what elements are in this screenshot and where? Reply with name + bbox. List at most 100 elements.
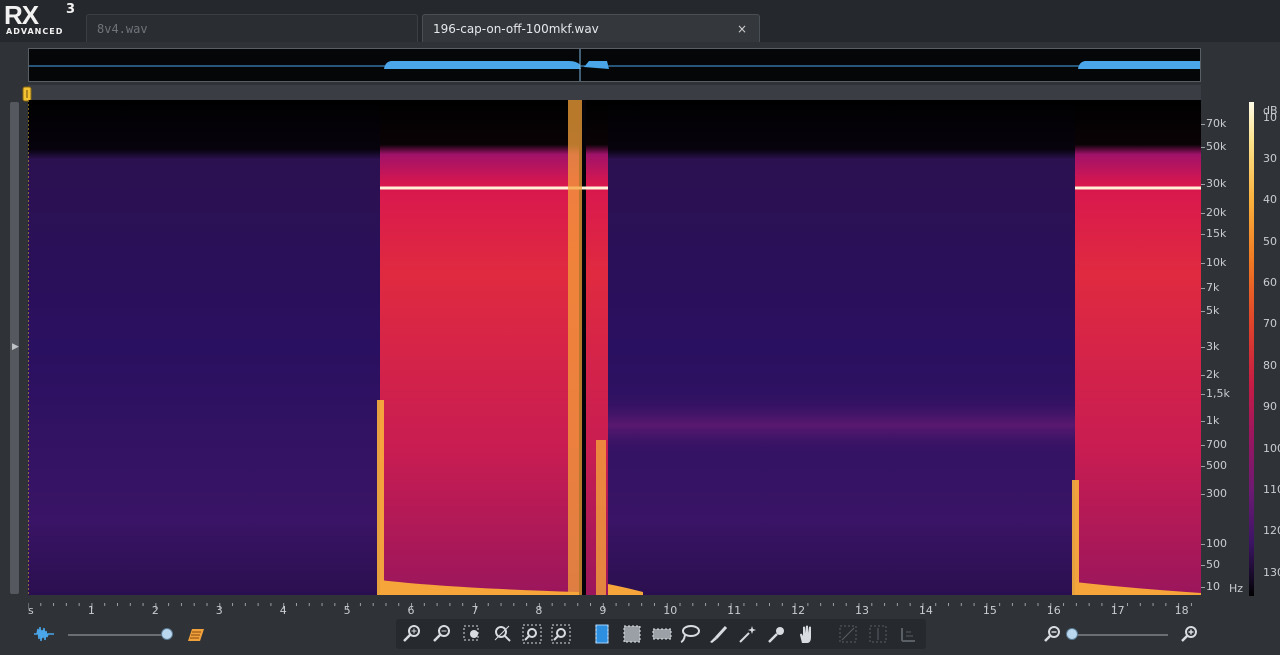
zoom-reset-icon[interactable] (490, 622, 514, 646)
spectro-segment-1 (380, 100, 579, 595)
timeline-strip[interactable] (28, 85, 1201, 100)
zoom-time-out-icon[interactable] (549, 622, 573, 646)
magic-wand-icon[interactable] (736, 622, 760, 646)
frequency-tick (1201, 466, 1205, 467)
harmonic-wand-icon[interactable] (765, 622, 789, 646)
disabled-tool-2-icon (866, 622, 890, 646)
overview-segment-1 (384, 61, 581, 69)
spectrogram[interactable] (27, 100, 1201, 595)
lasso-icon[interactable] (678, 622, 702, 646)
brush-icon[interactable] (706, 622, 730, 646)
time-label: 6 (407, 604, 415, 617)
time-label: 18 (1174, 604, 1189, 617)
time-label: 16 (1046, 604, 1061, 617)
time-label: 13 (855, 604, 869, 617)
waveform-display-icon[interactable] (32, 622, 56, 646)
logo-edition: ADVANCED (6, 27, 64, 36)
time-ticks-svg (27, 603, 1192, 609)
close-icon[interactable]: × (737, 15, 747, 43)
frequency-selection-icon[interactable] (650, 622, 674, 646)
transient-3 (596, 440, 606, 595)
zoom-time-in-icon[interactable] (520, 622, 544, 646)
frequency-label: 20k (1206, 206, 1227, 219)
spectrogram-svg (27, 100, 1201, 595)
tab-label: 196-cap-on-off-100mkf.wav (433, 22, 599, 36)
time-selection-icon[interactable] (590, 622, 614, 646)
zoom-slider-knob[interactable] (1066, 628, 1078, 640)
time-label: 2 (151, 604, 159, 617)
tab-196-cap-on-off[interactable]: 196-cap-on-off-100mkf.wav × (422, 14, 760, 42)
hand-icon[interactable] (794, 622, 818, 646)
frequency-tick (1201, 288, 1205, 289)
display-blend-slider-knob[interactable] (161, 628, 173, 640)
frequency-label: 2k (1206, 368, 1220, 381)
frequency-tick (1201, 494, 1205, 495)
frequency-tick (1201, 421, 1205, 422)
db-colorbar (1249, 102, 1254, 596)
zoom-in-icon[interactable] (400, 622, 424, 646)
zoom-out-icon[interactable] (1041, 622, 1065, 646)
frequency-tick (1201, 587, 1205, 588)
logo-version: 3 (66, 2, 76, 17)
rectangle-selection-icon[interactable] (620, 622, 644, 646)
frequency-label: 10 (1206, 580, 1220, 593)
db-label: 110 (1263, 483, 1280, 496)
rx-logo: RX 3 ADVANCED (4, 2, 84, 38)
zoom-in-icon[interactable] (1178, 622, 1202, 646)
frequency-label: 30k (1206, 177, 1227, 190)
tab-label: 8v4.wav (97, 22, 148, 36)
time-label: 5 (343, 604, 351, 617)
frequency-label: 10k (1206, 256, 1227, 269)
zoom-slider[interactable] (1068, 634, 1168, 636)
disabled-tool-1-icon (836, 622, 860, 646)
frequency-label: 500 (1206, 459, 1227, 472)
frequency-tick (1201, 184, 1205, 185)
waveform-overview[interactable] (28, 48, 1201, 82)
frequency-tick (1201, 347, 1205, 348)
expand-arrow-icon[interactable]: ▶ (12, 342, 19, 352)
frequency-tick (1201, 234, 1205, 235)
time-axis (27, 596, 1201, 618)
overview-waveform-svg (29, 49, 1200, 81)
db-label: 40 (1263, 193, 1277, 206)
frequency-tick (1201, 394, 1205, 395)
db-label: 70 (1263, 317, 1277, 330)
spectro-background (28, 100, 1201, 595)
zoom-selection-icon[interactable] (460, 622, 484, 646)
time-label: 7 (471, 604, 479, 617)
frequency-label: 700 (1206, 438, 1227, 451)
time-label: 3 (215, 604, 223, 617)
spectro-midband (608, 390, 1078, 460)
time-label: 11 (727, 604, 742, 617)
time-label: 1 (87, 604, 95, 617)
frequency-label: 5k (1206, 304, 1220, 317)
spectrogram-display-icon[interactable] (183, 622, 207, 646)
time-label: 17 (1110, 604, 1125, 617)
frequency-unit: Hz (1229, 582, 1244, 595)
display-blend-slider[interactable] (68, 634, 166, 636)
db-label: 100 (1263, 442, 1280, 455)
spectro-segment-3 (1075, 100, 1201, 595)
db-label: 90 (1263, 400, 1277, 413)
frequency-label: 50k (1206, 140, 1227, 153)
frequency-label: 1,5k (1206, 387, 1230, 400)
frequency-label: 3k (1206, 340, 1220, 353)
logo-text: RX (4, 0, 39, 30)
tab-8v4[interactable]: 8v4.wav (86, 14, 418, 42)
frequency-tick (1201, 263, 1205, 264)
frequency-tick (1201, 311, 1205, 312)
frequency-tick (1201, 565, 1205, 566)
frequency-tick (1201, 445, 1205, 446)
time-label: 15 (982, 604, 997, 617)
db-label: 30 (1263, 152, 1277, 165)
time-label: 9 (599, 604, 607, 617)
frequency-label: 300 (1206, 487, 1227, 500)
zoom-out-icon[interactable] (430, 622, 454, 646)
disabled-tool-3-icon (896, 622, 920, 646)
time-label: 12 (791, 604, 806, 617)
frequency-label: 50 (1206, 558, 1220, 571)
frequency-label: 1k (1206, 414, 1220, 427)
frequency-label: 100 (1206, 537, 1227, 550)
time-label: 4 (279, 604, 287, 617)
db-label: 60 (1263, 276, 1277, 289)
